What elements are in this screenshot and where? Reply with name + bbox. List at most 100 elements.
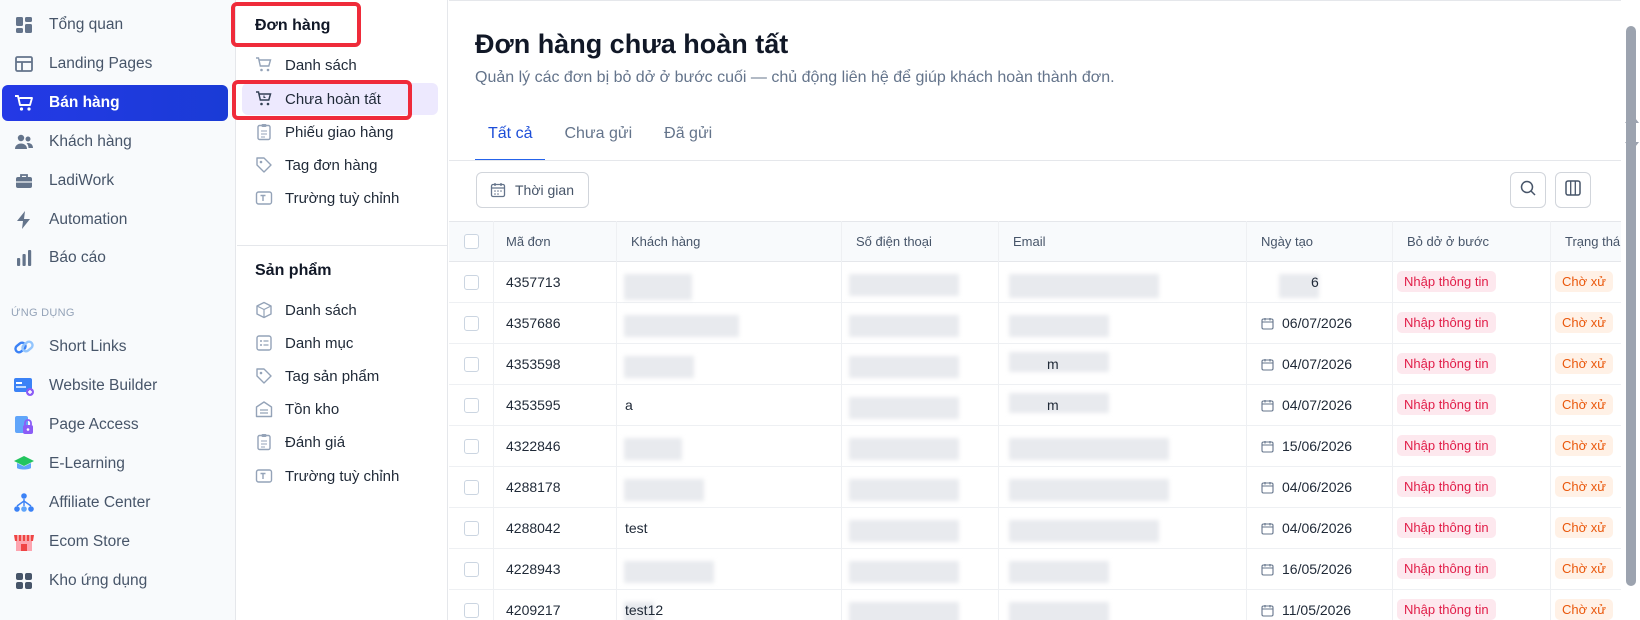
column-header-email[interactable]: Email xyxy=(1013,234,1046,249)
nav-item-short-links[interactable]: Short Links xyxy=(2,329,228,365)
row-checkbox[interactable] xyxy=(464,275,479,290)
time-filter-button[interactable]: Thời gian xyxy=(476,172,589,208)
order-id-cell[interactable]: 4357713 xyxy=(506,274,561,290)
nav-item-ecom-store[interactable]: Ecom Store xyxy=(2,524,228,560)
subnav-inventory[interactable]: Tồn kho xyxy=(242,393,438,425)
row-checkbox[interactable] xyxy=(464,562,479,577)
order-id-cell[interactable]: 4322846 xyxy=(506,438,561,454)
column-header-created-date[interactable]: Ngày tạo xyxy=(1261,234,1313,249)
order-id-cell[interactable]: 4209217 xyxy=(506,602,561,618)
redacted-region xyxy=(624,438,682,460)
columns-button[interactable] xyxy=(1555,172,1591,208)
scroll-down-arrow-icon[interactable] xyxy=(1625,142,1639,151)
table-row[interactable]: 4353598 m 04/07/2026 Nhập thông tin Chờ xử xyxy=(449,344,1621,385)
row-checkbox[interactable] xyxy=(464,439,479,454)
calendar-icon xyxy=(1261,358,1274,371)
created-date-cell: 16/05/2026 xyxy=(1261,561,1352,577)
subnav-orders-list[interactable]: Danh sách xyxy=(242,49,438,81)
subnav-reviews[interactable]: Đánh giá xyxy=(242,426,438,458)
page-scrollbar[interactable] xyxy=(1621,0,1640,620)
row-checkbox[interactable] xyxy=(464,316,479,331)
redacted-region xyxy=(1009,561,1109,583)
table-row[interactable]: 4209217 test12 11/05/2026 Nhập thông tin Chờ… xyxy=(449,590,1621,620)
redacted-region xyxy=(1009,274,1159,298)
row-checkbox[interactable] xyxy=(464,521,479,536)
nav-item-sales[interactable]: Bán hàng xyxy=(2,85,228,121)
subnav-categories[interactable]: Danh mục xyxy=(242,327,438,359)
row-checkbox[interactable] xyxy=(464,603,479,618)
subnav-order-tags[interactable]: Tag đơn hàng xyxy=(242,149,438,181)
customer-cell: a xyxy=(625,397,633,413)
tab-not-sent[interactable]: Chưa gửi xyxy=(551,113,645,161)
link-icon xyxy=(12,335,36,359)
subnav-item-label: Tồn kho xyxy=(285,400,340,418)
subnav-products-list[interactable]: Danh sách xyxy=(242,294,438,326)
table-row[interactable]: 4357713 6 Nhập thông tin Chờ xử xyxy=(449,262,1621,303)
text-field-icon xyxy=(255,467,273,485)
clipboard-icon xyxy=(255,123,273,141)
column-header-customer[interactable]: Khách hàng xyxy=(631,234,700,249)
tab-sent[interactable]: Đã gửi xyxy=(651,113,725,161)
nav-item-ladiwork[interactable]: LadiWork xyxy=(2,163,228,199)
customer-cell: test12 xyxy=(625,602,664,618)
nav-item-landing-pages[interactable]: Landing Pages xyxy=(2,46,228,82)
redacted-region xyxy=(1009,315,1109,337)
nav-item-reports[interactable]: Báo cáo xyxy=(2,240,228,276)
calendar-icon xyxy=(1261,317,1274,330)
table-row[interactable]: 4288042 test 04/06/2026 Nhập thông tin Chờ x… xyxy=(449,508,1621,549)
order-id-cell[interactable]: 4357686 xyxy=(506,315,561,331)
column-header-abandoned-step[interactable]: Bỏ dở ở bước xyxy=(1407,234,1489,249)
table-row[interactable]: 4288178 04/06/2026 Nhập thông tin Chờ xử xyxy=(449,467,1621,508)
scrollbar-thumb[interactable] xyxy=(1626,26,1636,586)
subnav-incomplete-orders[interactable]: Chưa hoàn tất xyxy=(242,83,438,115)
table-row[interactable]: 4228943 16/05/2026 Nhập thông tin Chờ xử xyxy=(449,549,1621,590)
table-row[interactable]: 4357686 06/07/2026 Nhập thông tin Chờ xử xyxy=(449,303,1621,344)
column-header-phone[interactable]: Số điện thoại xyxy=(856,234,932,249)
cart-clock-icon xyxy=(255,90,273,108)
order-id-cell[interactable]: 4228943 xyxy=(506,561,561,577)
row-checkbox[interactable] xyxy=(464,398,479,413)
redacted-region xyxy=(849,602,959,620)
column-header-order-id[interactable]: Mã đơn xyxy=(506,234,551,249)
nav-item-app-store[interactable]: Kho ứng dụng xyxy=(2,563,228,599)
tab-all[interactable]: Tất cả xyxy=(475,113,546,161)
row-checkbox[interactable] xyxy=(464,357,479,372)
nav-item-label: LadiWork xyxy=(49,172,115,189)
subnav-item-label: Chưa hoàn tất xyxy=(285,90,381,108)
subnav-product-tags[interactable]: Tag sản phẩm xyxy=(242,360,438,392)
order-id-cell[interactable]: 4353595 xyxy=(506,397,561,413)
nav-item-automation[interactable]: Automation xyxy=(2,202,228,238)
table-row[interactable]: 4353595 a m 04/07/2026 Nhập thông tin Chờ xử xyxy=(449,385,1621,426)
column-header-status[interactable]: Trạng thá xyxy=(1565,234,1620,249)
created-date-text: 04/07/2026 xyxy=(1282,397,1353,413)
subnav-delivery-notes[interactable]: Phiếu giao hàng xyxy=(242,116,438,148)
redacted-region xyxy=(849,561,959,583)
scroll-up-arrow-icon[interactable] xyxy=(1625,114,1639,123)
customer-cell: test xyxy=(625,520,648,536)
table-header: Mã đơn Khách hàng Số điện thoại Email Ng… xyxy=(449,221,1621,262)
abandoned-step-badge: Nhập thông tin xyxy=(1397,271,1496,292)
subnav-product-custom-fields[interactable]: Trường tuỳ chỉnh xyxy=(242,460,438,492)
nav-item-affiliate-center[interactable]: Affiliate Center xyxy=(2,485,228,521)
subnav-order-custom-fields[interactable]: Trường tuỳ chỉnh xyxy=(242,182,438,214)
store-icon xyxy=(12,530,36,554)
table-row[interactable]: 4322846 15/06/2026 Nhập thông tin Chờ xử xyxy=(449,426,1621,467)
order-id-cell[interactable]: 4288178 xyxy=(506,479,561,495)
nav-item-website-builder[interactable]: Website Builder xyxy=(2,368,228,404)
row-checkbox[interactable] xyxy=(464,480,479,495)
nav-item-overview[interactable]: Tổng quan xyxy=(2,7,228,43)
nav-item-e-learning[interactable]: E-Learning xyxy=(2,446,228,482)
nav-item-customers[interactable]: Khách hàng xyxy=(2,124,228,160)
nav-item-page-access[interactable]: Page Access xyxy=(2,407,228,443)
page-title: Đơn hàng chưa hoàn tất xyxy=(475,29,789,59)
nav-item-label: Bán hàng xyxy=(49,94,120,111)
order-id-cell[interactable]: 4288042 xyxy=(506,520,561,536)
lock-icon xyxy=(12,413,36,437)
search-button[interactable] xyxy=(1510,172,1546,208)
redacted-region xyxy=(624,561,714,583)
order-id-cell[interactable]: 4353598 xyxy=(506,356,561,372)
redacted-region xyxy=(624,274,692,300)
columns-icon xyxy=(1564,179,1582,201)
select-all-checkbox[interactable] xyxy=(464,234,479,249)
main-content: Đơn hàng chưa hoàn tất Quản lý các đơn b… xyxy=(449,0,1621,620)
